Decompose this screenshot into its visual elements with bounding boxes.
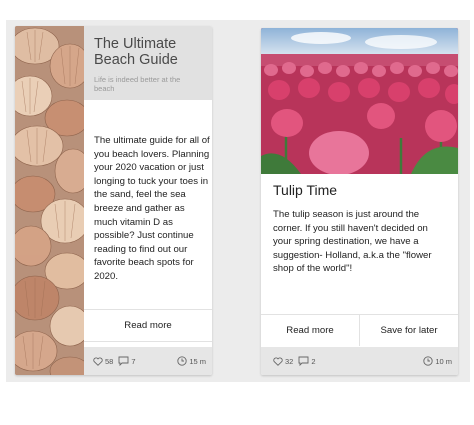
card-footer: 32 2 10 m xyxy=(261,347,458,375)
card-title: The Ultimate Beach Guide xyxy=(94,36,178,68)
likes-stat[interactable]: 32 xyxy=(273,357,293,366)
read-time: 10 m xyxy=(435,356,452,366)
card-subtitle: Life is indeed better at the beach xyxy=(94,75,181,93)
comments-stat[interactable]: 2 xyxy=(298,356,316,366)
clock-icon xyxy=(423,356,433,366)
save-for-later-button[interactable]: Save for later xyxy=(359,315,458,346)
comments-stat[interactable]: 7 xyxy=(118,356,136,366)
card-title: Tulip Time xyxy=(273,182,338,198)
card-description: The ultimate guide for all of you beach … xyxy=(94,135,210,282)
beach-guide-card: The Ultimate Beach Guide Life is indeed … xyxy=(15,26,212,375)
seashells-image xyxy=(15,26,84,375)
comment-icon xyxy=(118,356,129,366)
card-actions: Read more Save for later xyxy=(261,314,458,346)
comments-count: 7 xyxy=(131,356,136,366)
card-description: The tulip season is just around the corn… xyxy=(273,209,432,275)
read-more-button[interactable]: Read more xyxy=(261,315,359,346)
clock-icon xyxy=(177,356,187,366)
read-time: 15 m xyxy=(189,356,206,366)
comment-icon xyxy=(298,356,309,366)
card-footer: 58 7 15 m xyxy=(84,347,212,375)
card-header: The Ultimate Beach Guide Life is indeed … xyxy=(84,26,212,100)
likes-count: 58 xyxy=(105,356,114,366)
read-more-button[interactable]: Read more xyxy=(84,309,212,341)
comments-count: 2 xyxy=(311,356,316,366)
tulip-time-card: Tulip Time The tulip season is just arou… xyxy=(261,28,458,375)
likes-count: 32 xyxy=(285,356,294,366)
read-time-stat: 10 m xyxy=(423,356,452,366)
heart-icon xyxy=(93,356,103,366)
heart-icon xyxy=(273,356,283,366)
tulips-image xyxy=(261,28,458,174)
likes-stat[interactable]: 58 xyxy=(93,357,113,366)
read-time-stat: 15 m xyxy=(177,356,206,366)
